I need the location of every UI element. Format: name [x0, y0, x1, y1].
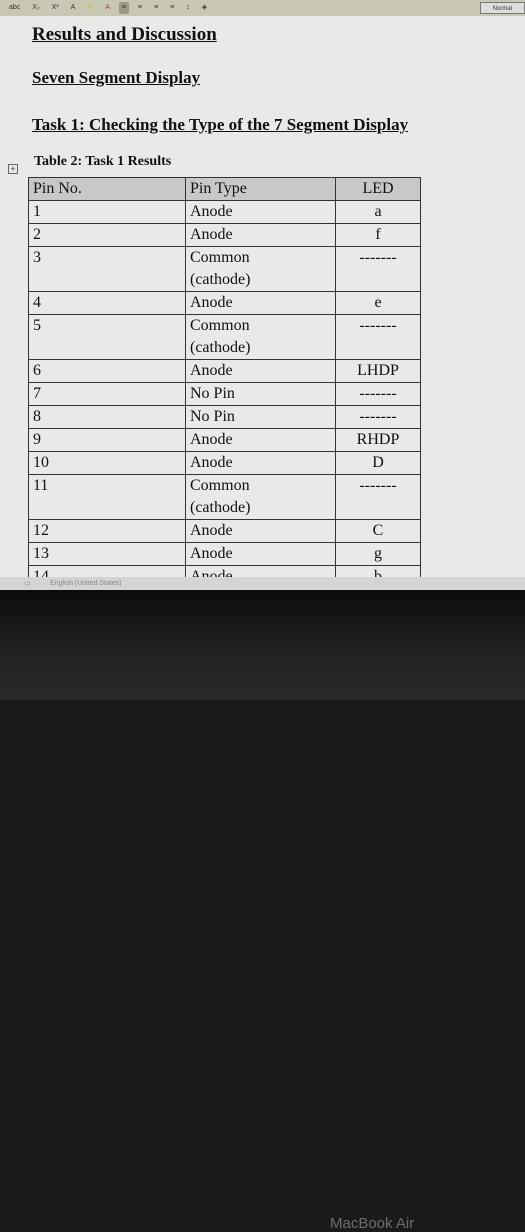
align-left-button[interactable]: ≡ [118, 2, 129, 14]
cell-pin-type: Anode [185, 542, 336, 566]
table-row: 12 Anode C [28, 519, 421, 543]
align-center-button[interactable]: ≡ [135, 2, 145, 14]
cell-pin-type: Anode [185, 359, 336, 383]
proofing-icon[interactable]: ▭ [24, 577, 31, 590]
subscript-button[interactable]: X₂ [29, 2, 42, 14]
status-bar: ▭ English (United States) [0, 577, 525, 590]
cell-led: ------- [335, 314, 421, 360]
style-normal[interactable]: Normal [479, 2, 525, 14]
cell-led: LHDP [335, 359, 421, 383]
cell-pin-no: 7 [28, 382, 186, 406]
laptop-bezel: MacBook Air [0, 590, 525, 1232]
brand-label: MacBook Air [330, 1215, 415, 1232]
cell-led: a [335, 200, 421, 224]
cell-pin-type: Common (cathode) [185, 246, 336, 292]
cell-led: ------- [335, 405, 421, 429]
text-effects-button[interactable]: A [68, 2, 79, 14]
cell-pin-no: 10 [28, 451, 186, 475]
strikethrough-button[interactable]: abc [6, 2, 23, 14]
font-color-button[interactable]: A [102, 2, 113, 14]
cell-pin-type: Anode [185, 223, 336, 247]
cell-pin-no: 2 [28, 223, 186, 247]
header-pin-type: Pin Type [185, 177, 336, 201]
formatting-toolbar: abc X₂ X² A ✎ A ≡ ≡ ≡ ≡ ↕ ◈ Normal [0, 0, 525, 16]
cell-pin-no: 6 [28, 359, 186, 383]
cell-pin-type: Anode [185, 200, 336, 224]
cell-led: C [335, 519, 421, 543]
cell-led: D [335, 451, 421, 475]
cell-pin-no: 13 [28, 542, 186, 566]
language-status[interactable]: English (United States) [50, 580, 122, 587]
header-pin-no: Pin No. [28, 177, 186, 201]
cell-pin-type: Common (cathode) [185, 474, 336, 520]
cell-pin-no: 5 [28, 314, 186, 360]
table-row: 7 No Pin ------- [28, 382, 421, 406]
table-row: 6 Anode LHDP [28, 359, 421, 383]
heading-results: Results and Discussion [32, 24, 217, 45]
cell-led: g [335, 542, 421, 566]
results-table: Pin No. Pin Type LED 1 Anode a 2 Anode f 3 Comm… [28, 177, 421, 589]
table-row: 8 No Pin ------- [28, 405, 421, 429]
cell-pin-type: No Pin [185, 405, 336, 429]
cell-pin-no: 1 [28, 200, 186, 224]
table-row: 13 Anode g [28, 542, 421, 566]
cell-pin-type: Common (cathode) [185, 314, 336, 360]
table-row: 4 Anode e [28, 291, 421, 315]
table-row: 10 Anode D [28, 451, 421, 475]
cell-pin-no: 3 [28, 246, 186, 292]
cell-led: ------- [335, 474, 421, 520]
table-row: 5 Common (cathode) ------- [28, 314, 421, 360]
cell-pin-type: Anode [185, 451, 336, 475]
table-move-handle-icon[interactable]: + [8, 164, 18, 174]
cell-pin-type: Anode [185, 291, 336, 315]
document-page[interactable]: Results and Discussion Seven Segment Dis… [0, 16, 525, 589]
superscript-button[interactable]: X² [49, 2, 62, 14]
header-led: LED [335, 177, 421, 201]
table-caption: Table 2: Task 1 Results [34, 154, 172, 169]
shading-button[interactable]: ◈ [199, 2, 210, 14]
heading-seven-segment: Seven Segment Display [32, 68, 201, 87]
cell-pin-no: 4 [28, 291, 186, 315]
cell-led: RHDP [335, 428, 421, 452]
line-spacing-button[interactable]: ↕ [183, 2, 193, 14]
table-row: 9 Anode RHDP [28, 428, 421, 452]
table-row: 3 Common (cathode) ------- [28, 246, 421, 292]
cell-pin-no: 8 [28, 405, 186, 429]
justify-button[interactable]: ≡ [167, 2, 177, 14]
table-row: 11 Common (cathode) ------- [28, 474, 421, 520]
cell-pin-type: Anode [185, 428, 336, 452]
cell-led: ------- [335, 246, 421, 292]
highlight-button[interactable]: ✎ [84, 2, 96, 14]
table-row: 2 Anode f [28, 223, 421, 247]
align-right-button[interactable]: ≡ [151, 2, 161, 14]
cell-pin-no: 12 [28, 519, 186, 543]
cell-led: ------- [335, 382, 421, 406]
table-row: 1 Anode a [28, 200, 421, 224]
cell-pin-no: 11 [28, 474, 186, 520]
cell-pin-no: 9 [28, 428, 186, 452]
cell-led: f [335, 223, 421, 247]
heading-task1: Task 1: Checking the Type of the 7 Segme… [32, 115, 409, 134]
cell-pin-type: Anode [185, 519, 336, 543]
cell-led: e [335, 291, 421, 315]
cell-pin-type: No Pin [185, 382, 336, 406]
